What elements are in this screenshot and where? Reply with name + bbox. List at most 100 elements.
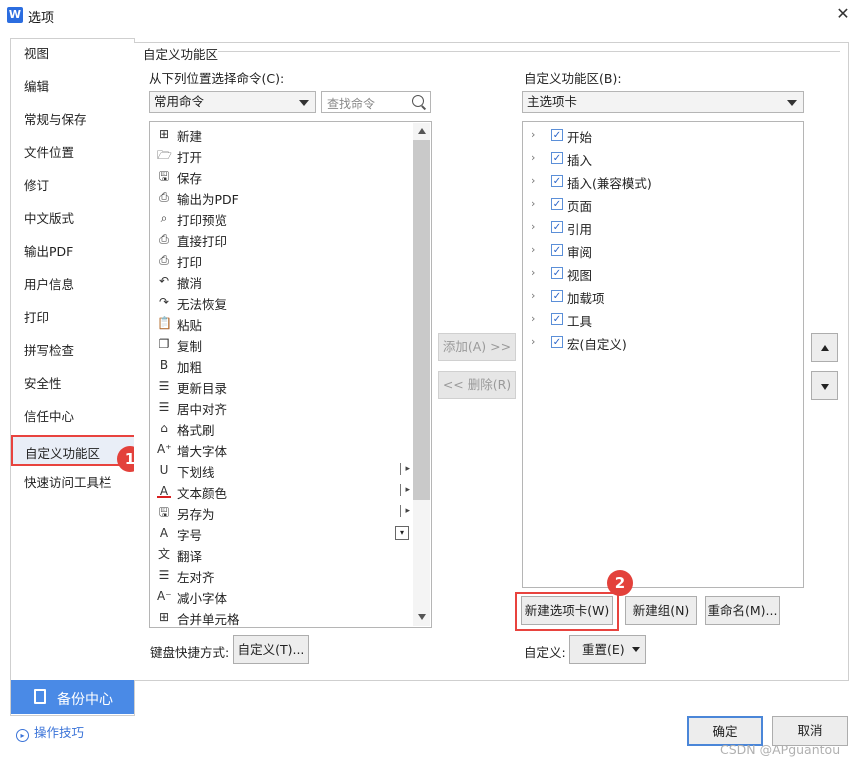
search-input[interactable]: 查找命令 [321,91,431,113]
command-list-item[interactable]: ↷ 无法恢复 [155,292,415,313]
command-label: 文本颜色 [177,486,228,501]
sidebar-item[interactable]: 修订 [24,175,49,197]
move-up-button[interactable] [811,333,838,362]
new-group-button[interactable]: 新建组(N) [625,596,697,625]
command-list-item[interactable]: ⌕ 打印预览 [155,208,415,229]
command-list-item[interactable]: A 字号 ▾ [155,523,415,544]
command-list-item[interactable]: ⌂ 格式刷 [155,418,415,439]
chevron-right-icon[interactable]: › [531,335,541,348]
update-toc-icon: ☰ [158,379,170,393]
command-list-item[interactable]: ↶ 撤消 [155,271,415,292]
merge-cells-icon: ⊞ [158,610,170,624]
chevron-right-icon[interactable]: › [531,312,541,325]
window-title: 选项 [28,11,55,26]
command-label: 直接打印 [177,234,228,249]
tab-checkbox[interactable]: ✓ [551,313,563,325]
align-center-icon: ☰ [158,400,170,414]
wps-logo-icon: W [7,7,23,23]
sidebar-item[interactable]: 输出PDF [24,241,73,263]
tab-checkbox[interactable]: ✓ [551,244,563,256]
reset-button[interactable]: 重置(E) [569,635,646,664]
tab-checkbox[interactable]: ✓ [551,129,563,141]
command-source-select[interactable]: 常用命令 [149,91,316,113]
close-icon[interactable]: ✕ [834,4,852,24]
command-list-item[interactable]: 🗁 打开 [155,145,415,166]
command-list-item[interactable]: ☰ 左对齐 [155,565,415,586]
customize-shortcut-button[interactable]: 自定义(T)... [233,635,309,664]
sidebar-item[interactable]: 信任中心 [24,406,74,428]
sidebar-item[interactable]: 视图 [24,43,49,65]
command-list-item[interactable]: A⁻ 减小字体 [155,586,415,607]
move-down-button[interactable] [811,371,838,400]
command-list-item[interactable]: ☰ 居中对齐 [155,397,415,418]
command-list-item[interactable]: ⎙ 直接打印 [155,229,415,250]
section-divider [218,51,840,52]
command-label: 保存 [177,171,203,186]
new-tab-button[interactable]: 新建选项卡(W) [521,596,613,625]
text-color-icon: A [157,484,171,498]
chevron-right-icon[interactable]: › [531,128,541,141]
scroll-down-icon[interactable] [418,614,426,620]
command-list-item[interactable]: A 文本颜色 ▸ [155,481,415,502]
search-icon [412,95,424,107]
sidebar-item[interactable]: 中文版式 [24,208,74,230]
sidebar-item[interactable]: 用户信息 [24,274,74,296]
tab-checkbox[interactable]: ✓ [551,290,563,302]
sidebar-item[interactable]: 安全性 [24,373,62,395]
scroll-up-icon[interactable] [418,128,426,134]
command-list-item[interactable]: B 加粗 [155,355,415,376]
choose-commands-label: 从下列位置选择命令(C): [149,71,285,86]
remove-button[interactable]: << 删除(R) [438,371,516,399]
command-label: 下划线 [177,465,215,480]
ribbon-tab-tree[interactable]: › ✓ 开始 › ✓ 插入 › ✓ 插入(兼容模式) › ✓ 页面 › ✓ 引用 › ✓ 审阅 › ✓ 视图 › ✓ 加载项 ›… [522,121,804,588]
add-button[interactable]: 添加(A) >> [438,333,516,361]
tips-link[interactable]: ▸ 操作技巧 [16,722,84,742]
rename-button[interactable]: 重命名(M)... [705,596,780,625]
tab-checkbox[interactable]: ✓ [551,267,563,279]
sidebar-item[interactable]: 常规与保存 [24,109,87,131]
chevron-right-icon[interactable]: › [531,289,541,302]
backup-center-button[interactable]: 备份中心 [11,680,134,714]
command-list-item[interactable]: ⊞ 合并单元格 [155,607,415,627]
command-list-item[interactable]: A⁺ 增大字体 [155,439,415,460]
ribbon-tabs-value: 主选项卡 [527,94,578,109]
command-list-item[interactable]: U 下划线 ▸ [155,460,415,481]
command-list-item[interactable]: ☰ 更新目录 [155,376,415,397]
sidebar-item[interactable]: 打印 [24,307,49,329]
command-list-item[interactable]: 📋 粘贴 [155,313,415,334]
chevron-right-icon[interactable]: › [531,197,541,210]
align-left-icon: ☰ [158,568,170,582]
command-list-item[interactable]: 🖫 另存为 ▸ [155,502,415,523]
sidebar-item[interactable]: 拼写检查 [24,340,74,362]
tab-checkbox[interactable]: ✓ [551,336,563,348]
sidebar-item-label: 自定义功能区 [25,446,101,461]
command-list-item[interactable]: ⎙ 打印 [155,250,415,271]
chevron-right-icon[interactable]: › [531,266,541,279]
chevron-right-icon[interactable]: › [531,174,541,187]
tab-checkbox[interactable]: ✓ [551,175,563,187]
command-list[interactable]: ⊞ 新建 🗁 打开 🖫 保存 ⎙ 输出为PDF ⌕ 打印预览 ⎙ 直接打印 ⎙ 打印 ↶ 撤消 ↷ 无法恢复 📋 粘贴… [149,121,432,628]
chevron-right-icon[interactable]: › [531,220,541,233]
command-list-item[interactable]: ⊞ 新建 [155,124,415,145]
tab-checkbox[interactable]: ✓ [551,152,563,164]
ribbon-tab-label: 审阅 [567,245,593,260]
dropdown-box-icon: ▾ [395,526,409,540]
chevron-right-icon[interactable]: › [531,151,541,164]
command-list-item[interactable]: ❐ 复制 [155,334,415,355]
scrollbar-thumb[interactable] [413,140,430,500]
command-list-item[interactable]: 文翻译 [155,544,415,565]
command-list-item[interactable]: ⎙ 输出为PDF [155,187,415,208]
command-label: 无法恢复 [177,297,228,312]
tab-checkbox[interactable]: ✓ [551,221,563,233]
sidebar-item[interactable]: 编辑 [24,76,49,98]
command-label: 左对齐 [177,570,215,585]
chevron-down-icon [787,100,797,106]
sidebar-item[interactable]: 快速访问工具栏 [24,472,112,494]
ribbon-tab-label: 页面 [567,199,593,214]
chevron-right-icon[interactable]: › [531,243,541,256]
sidebar-item[interactable]: 文件位置 [24,142,74,164]
tab-checkbox[interactable]: ✓ [551,198,563,210]
command-list-item[interactable]: 🖫 保存 [155,166,415,187]
ribbon-tabs-select[interactable]: 主选项卡 [522,91,804,113]
copy-icon: ❐ [158,337,170,351]
